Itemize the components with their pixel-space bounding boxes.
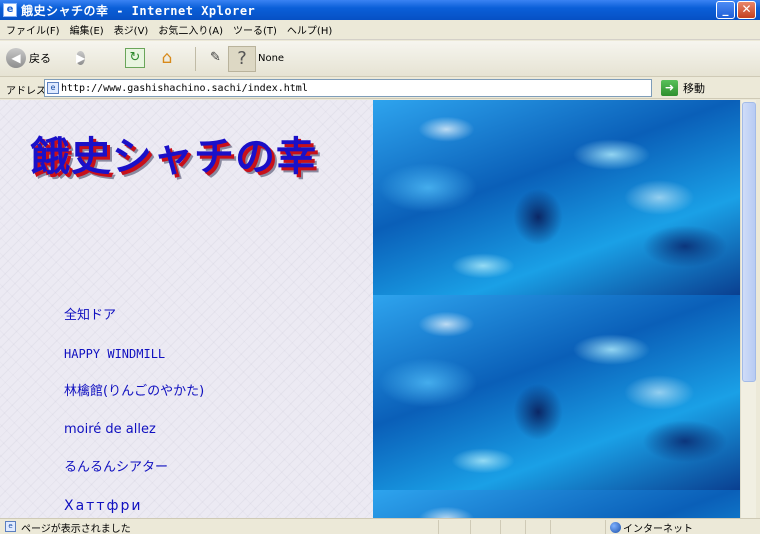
status-bar: e ページが表示されました インターネット	[0, 518, 760, 534]
status-divider	[550, 520, 551, 534]
page-viewport[interactable]: 餓史シャチの幸 全知ドア HAPPY WINDMILL 林檎館(りんごのやかた)…	[0, 100, 760, 518]
water-image-frame	[373, 100, 740, 518]
title-bar[interactable]: e 餓史シャチの幸 - Internet Xplorer _ ✕	[0, 0, 760, 20]
toolbar: ◀ 戻る ▶ ↻ ⌂ ✎ ? None	[0, 41, 760, 77]
status-divider	[470, 520, 471, 534]
status-divider	[438, 520, 439, 534]
menu-help[interactable]: ヘルプ(H)	[287, 22, 332, 37]
vertical-scrollbar[interactable]	[740, 100, 756, 518]
menu-file[interactable]: ファイル(F)	[6, 22, 60, 37]
page-status-icon: e	[5, 521, 16, 532]
style-icon[interactable]: ?	[228, 46, 256, 72]
go-label: 移動	[683, 82, 705, 95]
status-text: ページが表示されました	[21, 524, 131, 534]
address-label: アドレス	[6, 86, 46, 97]
address-field[interactable]: e	[44, 79, 652, 97]
security-zone[interactable]: インターネット	[610, 520, 693, 534]
back-arrow-icon: ◀	[6, 48, 26, 68]
go-arrow-icon: ➜	[661, 80, 678, 96]
forward-arrow-icon: ▶	[76, 51, 86, 65]
nav-link-happy-windmill[interactable]: HAPPY WINDMILL	[64, 344, 204, 382]
site-nav: 全知ドア HAPPY WINDMILL 林檎館(りんごのやかた) moiré d…	[64, 306, 204, 518]
menu-view[interactable]: 表ジ(V)	[114, 22, 149, 37]
menu-favorites[interactable]: お気二入り(A)	[158, 22, 223, 37]
browser-page-icon: e	[3, 3, 17, 17]
back-button[interactable]: ◀ 戻る	[6, 48, 51, 68]
window-border	[756, 100, 760, 518]
nav-link-zenchi-door[interactable]: 全知ドア	[64, 306, 204, 344]
nav-link-hattfri[interactable]: Хаттфри	[64, 496, 204, 518]
left-frame: 餓史シャチの幸 全知ドア HAPPY WINDMILL 林檎館(りんごのやかた)…	[0, 100, 373, 518]
nav-link-runrun-theater[interactable]: るんるんシアター	[64, 458, 204, 496]
address-bar: アドレス e ➜ 移動	[0, 77, 760, 99]
close-button[interactable]: ✕	[737, 1, 756, 19]
status-divider	[525, 520, 526, 534]
eyedropper-icon[interactable]: ✎	[210, 50, 221, 65]
menu-bar: ファイル(F) 編集(E) 表ジ(V) お気二入り(A) ツーる(T) ヘルプ(…	[0, 20, 760, 40]
status-divider	[605, 520, 606, 534]
scrollbar-thumb[interactable]	[742, 102, 756, 382]
page-icon: e	[47, 82, 59, 94]
site-title: 餓史シャチの幸	[30, 134, 317, 180]
nav-link-ringo-yakata[interactable]: 林檎館(りんごのやかた)	[64, 382, 204, 420]
back-label: 戻る	[29, 52, 51, 65]
address-input[interactable]	[61, 82, 641, 94]
toolbar-divider	[195, 47, 196, 71]
menu-tools[interactable]: ツーる(T)	[233, 22, 277, 37]
window-title: 餓史シャチの幸 - Internet Xplorer	[21, 3, 256, 18]
refresh-icon[interactable]: ↻	[125, 48, 145, 68]
globe-icon	[610, 522, 621, 533]
style-label: None	[258, 53, 285, 64]
home-icon[interactable]: ⌂	[156, 47, 178, 69]
zone-label: インターネット	[623, 524, 693, 534]
nav-link-moire-de-allez[interactable]: moiré de allez	[64, 420, 204, 458]
forward-button[interactable]: ▶	[76, 48, 86, 68]
go-button[interactable]: ➜ 移動	[661, 80, 705, 96]
status-divider	[500, 520, 501, 534]
menu-edit[interactable]: 編集(E)	[70, 22, 104, 37]
minimize-button[interactable]: _	[716, 1, 735, 19]
